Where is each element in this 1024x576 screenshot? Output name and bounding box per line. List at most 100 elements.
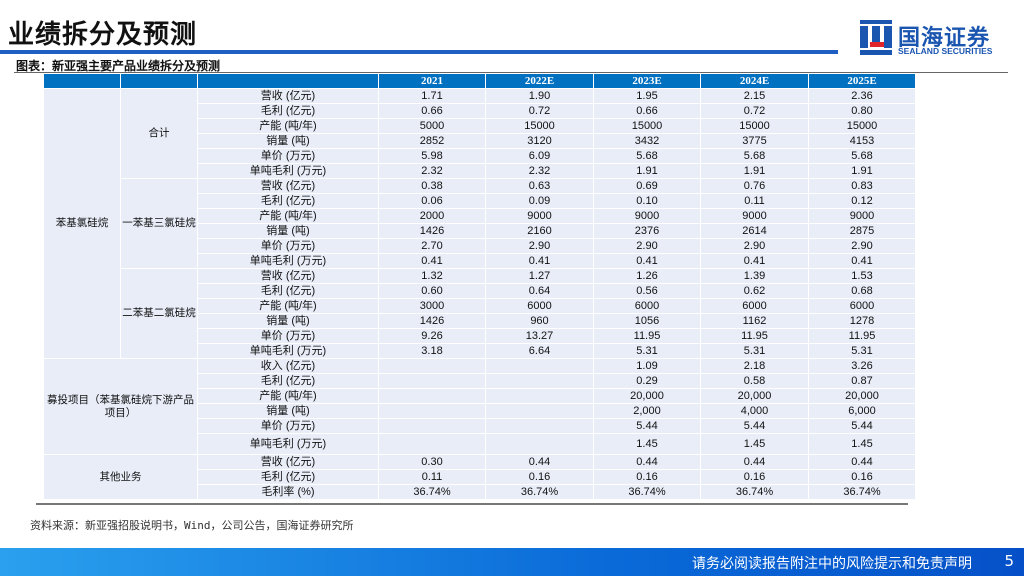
value-cell: 5.68 bbox=[593, 148, 701, 164]
value-cell: 36.74% bbox=[808, 484, 916, 500]
value-cell: 0.64 bbox=[485, 283, 594, 299]
value-cell: 2,000 bbox=[593, 403, 701, 419]
value-cell: 2.36 bbox=[808, 88, 916, 104]
value-cell: 36.74% bbox=[593, 484, 701, 500]
value-cell: 5.68 bbox=[700, 148, 809, 164]
footer-bar: 请务必阅读报告附注中的风险提示和免责声明 5 bbox=[0, 548, 1024, 576]
value-cell: 0.11 bbox=[700, 193, 809, 209]
value-cell: 6000 bbox=[485, 298, 594, 314]
value-cell: 2160 bbox=[485, 223, 594, 239]
value-cell: 2.90 bbox=[700, 238, 809, 254]
column-header bbox=[43, 73, 121, 89]
title-divider bbox=[0, 50, 838, 54]
value-cell: 1426 bbox=[378, 223, 486, 239]
value-cell: 2376 bbox=[593, 223, 701, 239]
value-cell: 0.44 bbox=[485, 454, 594, 470]
value-cell: 2.15 bbox=[700, 88, 809, 104]
metric-label: 单吨毛利 (万元) bbox=[197, 433, 379, 455]
value-cell: 9000 bbox=[485, 208, 594, 224]
value-cell: 3432 bbox=[593, 133, 701, 149]
value-cell: 11.95 bbox=[808, 328, 916, 344]
value-cell: 0.56 bbox=[593, 283, 701, 299]
page-title: 业绩拆分及预测 bbox=[8, 20, 198, 50]
forecast-table: 2021 2022E 2023E 2024E 2025E 苯基氯硅烷 合计 营收 (亿元) 1… bbox=[43, 73, 916, 500]
value-cell: 13.27 bbox=[485, 328, 594, 344]
value-cell: 6,000 bbox=[808, 403, 916, 419]
value-cell: 2.70 bbox=[378, 238, 486, 254]
value-cell: 0.12 bbox=[808, 193, 916, 209]
value-cell: 3120 bbox=[485, 133, 594, 149]
value-cell: 0.80 bbox=[808, 103, 916, 119]
column-header: 2024E bbox=[700, 73, 809, 89]
value-cell: 0.66 bbox=[378, 103, 486, 119]
value-cell: 1.53 bbox=[808, 268, 916, 284]
value-cell: 15000 bbox=[808, 118, 916, 134]
value-cell: 0.44 bbox=[808, 454, 916, 470]
value-cell bbox=[485, 403, 594, 419]
value-cell: 36.74% bbox=[378, 484, 486, 500]
metric-label: 营收 (亿元) bbox=[197, 88, 379, 104]
value-cell: 2875 bbox=[808, 223, 916, 239]
value-cell: 36.74% bbox=[485, 484, 594, 500]
value-cell: 9000 bbox=[700, 208, 809, 224]
value-cell bbox=[378, 403, 486, 419]
table-row: 苯基氯硅烷 合计 营收 (亿元) 1.71 1.90 1.95 2.15 2.36 bbox=[43, 88, 916, 359]
metric-label: 营收 (亿元) bbox=[197, 268, 379, 284]
value-cell: 1.27 bbox=[485, 268, 594, 284]
value-cell: 0.41 bbox=[593, 253, 701, 269]
value-cell: 6.09 bbox=[485, 148, 594, 164]
table-header-row: 2021 2022E 2023E 2024E 2025E bbox=[43, 73, 916, 89]
value-cell: 1162 bbox=[700, 313, 809, 329]
column-header: 2023E bbox=[593, 73, 701, 89]
metric-label: 销量 (吨) bbox=[197, 403, 379, 419]
logo-text-en: SEALAND SECURITIES bbox=[898, 46, 993, 56]
value-cell: 6000 bbox=[593, 298, 701, 314]
value-cell bbox=[485, 358, 594, 374]
value-cell: 0.76 bbox=[700, 178, 809, 194]
value-cell: 1.91 bbox=[700, 163, 809, 179]
value-cell: 2.18 bbox=[700, 358, 809, 374]
metric-label: 销量 (吨) bbox=[197, 313, 379, 329]
value-cell: 5000 bbox=[378, 118, 486, 134]
value-cell: 9000 bbox=[808, 208, 916, 224]
value-cell: 0.16 bbox=[808, 469, 916, 485]
value-cell: 11.95 bbox=[593, 328, 701, 344]
value-cell: 2.90 bbox=[808, 238, 916, 254]
subgroup-label: 一苯基三氯硅烷 bbox=[120, 178, 198, 269]
value-cell: 1.71 bbox=[378, 88, 486, 104]
value-cell bbox=[485, 418, 594, 434]
value-cell: 1.32 bbox=[378, 268, 486, 284]
value-cell: 0.41 bbox=[700, 253, 809, 269]
value-cell: 0.16 bbox=[485, 469, 594, 485]
value-cell: 1.91 bbox=[593, 163, 701, 179]
metric-label: 单价 (万元) bbox=[197, 418, 379, 434]
value-cell: 2.32 bbox=[378, 163, 486, 179]
metric-label: 营收 (亿元) bbox=[197, 178, 379, 194]
column-header bbox=[197, 73, 379, 89]
table-bottom-divider bbox=[36, 503, 908, 505]
value-cell: 6.64 bbox=[485, 343, 594, 359]
metric-label: 销量 (吨) bbox=[197, 223, 379, 239]
metric-label: 单价 (万元) bbox=[197, 238, 379, 254]
value-cell: 36.74% bbox=[700, 484, 809, 500]
value-cell: 0.41 bbox=[485, 253, 594, 269]
value-cell: 1278 bbox=[808, 313, 916, 329]
value-cell bbox=[485, 373, 594, 389]
value-cell: 1.91 bbox=[808, 163, 916, 179]
group-label: 苯基氯硅烷 bbox=[43, 88, 121, 359]
value-cell: 5.68 bbox=[808, 148, 916, 164]
value-cell: 2.32 bbox=[485, 163, 594, 179]
metric-label: 产能 (吨/年) bbox=[197, 388, 379, 404]
value-cell: 15000 bbox=[700, 118, 809, 134]
column-header bbox=[120, 73, 198, 89]
value-cell: 960 bbox=[485, 313, 594, 329]
value-cell: 20,000 bbox=[808, 388, 916, 404]
value-cell: 9.26 bbox=[378, 328, 486, 344]
metric-label: 单吨毛利 (万元) bbox=[197, 343, 379, 359]
value-cell bbox=[378, 358, 486, 374]
value-cell bbox=[485, 433, 594, 455]
metric-label: 单价 (万元) bbox=[197, 328, 379, 344]
value-cell: 5.31 bbox=[593, 343, 701, 359]
value-cell: 0.66 bbox=[593, 103, 701, 119]
value-cell: 6000 bbox=[700, 298, 809, 314]
